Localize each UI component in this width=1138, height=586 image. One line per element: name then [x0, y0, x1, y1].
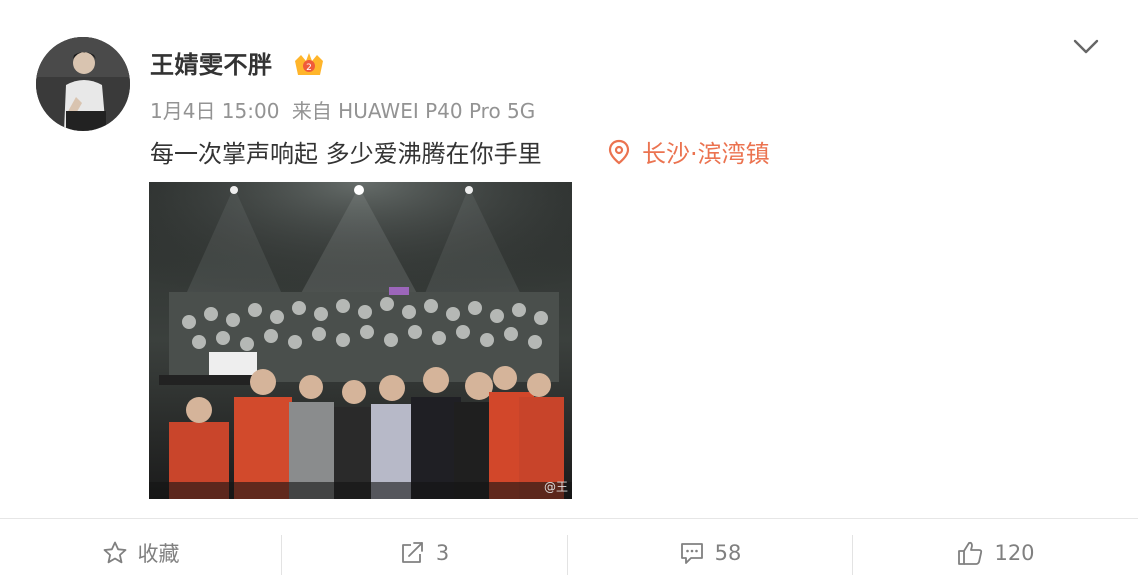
- post-source: 来自 HUAWEI P40 Pro 5G: [291, 99, 536, 123]
- favorite-label: 收藏: [137, 542, 180, 566]
- comment-button[interactable]: 58: [568, 519, 852, 586]
- thumbs-up-icon: [958, 541, 983, 565]
- weibo-post-card: 王婧雯不胖 2 1月4日 15:00 来自 HUAWEI P40 Pro 5G …: [0, 0, 1138, 586]
- location-link[interactable]: 长沙·滨湾镇: [608, 134, 770, 169]
- photo-watermark: @王: [543, 480, 568, 494]
- username[interactable]: 王婧雯不胖: [150, 45, 273, 80]
- comment-count: 58: [714, 541, 742, 565]
- repost-icon: [401, 542, 423, 563]
- repost-count: 3: [435, 541, 450, 565]
- action-bar: 收藏 3 58 120: [0, 518, 1138, 586]
- post-photo[interactable]: @王: [149, 182, 572, 499]
- svg-text:2: 2: [306, 63, 312, 73]
- location-pin-icon: [608, 139, 630, 164]
- favorite-button[interactable]: 收藏: [0, 519, 281, 586]
- chevron-down-icon[interactable]: [1071, 36, 1101, 58]
- location-label: 长沙·滨湾镇: [642, 140, 770, 168]
- post-time[interactable]: 1月4日 15:00: [150, 99, 279, 123]
- crown-badge-icon[interactable]: 2: [292, 49, 326, 79]
- comment-icon: [680, 543, 703, 564]
- avatar[interactable]: [36, 37, 130, 131]
- like-button[interactable]: 120: [853, 519, 1138, 586]
- like-count: 120: [994, 541, 1035, 565]
- repost-button[interactable]: 3: [282, 519, 567, 586]
- post-meta: 1月4日 15:00 来自 HUAWEI P40 Pro 5G: [150, 95, 541, 124]
- post-text: 每一次掌声响起 多少爱沸腾在你手里: [150, 140, 542, 168]
- star-icon: [103, 541, 126, 564]
